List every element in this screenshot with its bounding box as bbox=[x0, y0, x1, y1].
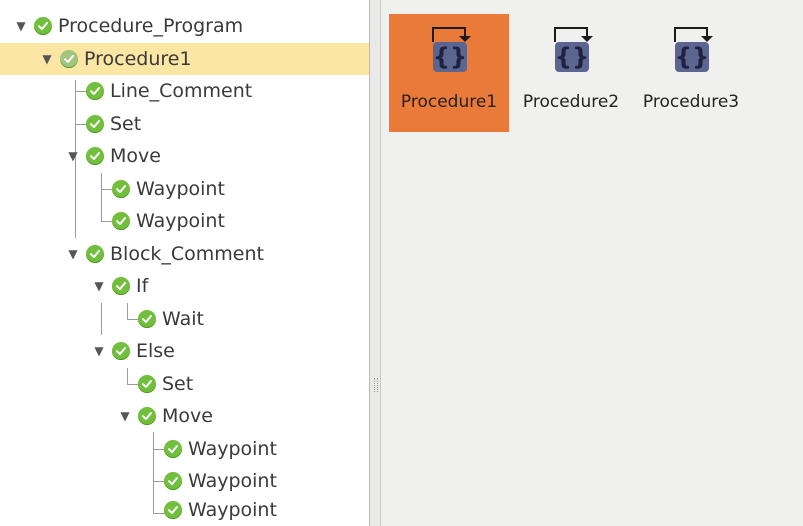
procedure-braces-icon: {} bbox=[554, 27, 593, 72]
procedure-tile-label: Procedure2 bbox=[522, 92, 620, 112]
tree-node-label: If bbox=[136, 275, 149, 297]
procedure-braces-icon: {} bbox=[432, 27, 471, 72]
tree-node-label: Line_Comment bbox=[110, 80, 253, 102]
procedure-tile-1[interactable]: {} Procedure1 bbox=[389, 14, 509, 132]
tree-node-move[interactable]: ▼ Move bbox=[0, 140, 369, 172]
procedure-view: {} Procedure1 {} Procedure2 {} Procedure… bbox=[381, 0, 803, 526]
check-circle-icon bbox=[86, 82, 104, 100]
check-circle-icon bbox=[60, 50, 78, 68]
tree-node-label: Waypoint bbox=[136, 210, 225, 232]
tree-node-label: Waypoint bbox=[188, 499, 277, 521]
check-circle-icon bbox=[138, 310, 156, 328]
triangle-down-icon[interactable]: ▼ bbox=[66, 247, 80, 261]
check-circle-icon bbox=[112, 277, 130, 295]
tree-node-label: Set bbox=[110, 113, 142, 135]
tree-node-waypoint[interactable]: ▼ Waypoint bbox=[0, 494, 369, 526]
tree-node-if[interactable]: ▼ If bbox=[0, 270, 369, 302]
triangle-down-icon[interactable]: ▼ bbox=[66, 149, 80, 163]
splitter-grip-icon[interactable] bbox=[374, 378, 378, 392]
check-circle-icon bbox=[112, 180, 130, 198]
check-circle-icon bbox=[86, 147, 104, 165]
program-tree: ▼ Procedure_Program ▼ Procedure1 ▼ Line_… bbox=[0, 0, 370, 526]
check-circle-icon bbox=[164, 472, 182, 490]
tree-node-label: Set bbox=[162, 373, 194, 395]
check-circle-icon bbox=[138, 407, 156, 425]
triangle-down-icon[interactable]: ▼ bbox=[92, 344, 106, 358]
tree-node-set[interactable]: ▼ Set bbox=[0, 108, 369, 140]
tree-node-waypoint[interactable]: ▼ Waypoint bbox=[0, 205, 369, 237]
panel-splitter[interactable] bbox=[370, 0, 381, 526]
tree-node-label: Procedure1 bbox=[84, 48, 192, 70]
tree-node-label: Move bbox=[110, 145, 161, 167]
svg-text:{}: {} bbox=[555, 43, 589, 71]
svg-text:{}: {} bbox=[433, 43, 467, 71]
check-circle-icon bbox=[86, 245, 104, 263]
procedure-tile-label: Procedure3 bbox=[642, 92, 740, 112]
check-circle-icon bbox=[164, 501, 182, 519]
check-circle-icon bbox=[112, 212, 130, 230]
tree-node-waypoint[interactable]: ▼ Waypoint bbox=[0, 465, 369, 497]
tree-node-label: Wait bbox=[162, 308, 204, 330]
tree-node-label: Procedure_Program bbox=[58, 15, 244, 37]
svg-text:{}: {} bbox=[675, 43, 709, 71]
triangle-down-icon[interactable]: ▼ bbox=[92, 279, 106, 293]
tree-node-line-comment[interactable]: ▼ Line_Comment bbox=[0, 75, 369, 107]
tree-node-procedure1[interactable]: ▼ Procedure1 bbox=[0, 43, 369, 75]
tree-node-label: Waypoint bbox=[188, 470, 277, 492]
tree-node-label: Block_Comment bbox=[110, 243, 264, 265]
tree-node-label: Else bbox=[136, 340, 175, 362]
triangle-down-icon[interactable]: ▼ bbox=[14, 19, 28, 33]
procedure-braces-icon: {} bbox=[674, 27, 713, 72]
tree-node-label: Waypoint bbox=[188, 438, 277, 460]
procedure-tile-label: Procedure1 bbox=[400, 92, 498, 112]
triangle-down-icon[interactable]: ▼ bbox=[118, 409, 132, 423]
tree-node-waypoint[interactable]: ▼ Waypoint bbox=[0, 433, 369, 465]
check-circle-icon bbox=[138, 375, 156, 393]
check-circle-icon bbox=[86, 115, 104, 133]
tree-node-label: Waypoint bbox=[136, 178, 225, 200]
tree-node-block-comment[interactable]: ▼ Block_Comment bbox=[0, 238, 369, 270]
check-circle-icon bbox=[112, 342, 130, 360]
triangle-down-icon[interactable]: ▼ bbox=[40, 52, 54, 66]
tree-node-label: Move bbox=[162, 405, 213, 427]
tree-node-procedure-program[interactable]: ▼ Procedure_Program bbox=[0, 10, 369, 42]
procedure-tile-2[interactable]: {} Procedure2 bbox=[511, 14, 631, 132]
tree-node-set[interactable]: ▼ Set bbox=[0, 368, 369, 400]
tree-node-waypoint[interactable]: ▼ Waypoint bbox=[0, 173, 369, 205]
tree-node-move[interactable]: ▼ Move bbox=[0, 400, 369, 432]
check-circle-icon bbox=[164, 440, 182, 458]
tree-node-wait[interactable]: ▼ Wait bbox=[0, 303, 369, 335]
procedure-tile-3[interactable]: {} Procedure3 bbox=[631, 14, 751, 132]
tree-node-else[interactable]: ▼ Else bbox=[0, 335, 369, 367]
check-circle-icon bbox=[34, 17, 52, 35]
